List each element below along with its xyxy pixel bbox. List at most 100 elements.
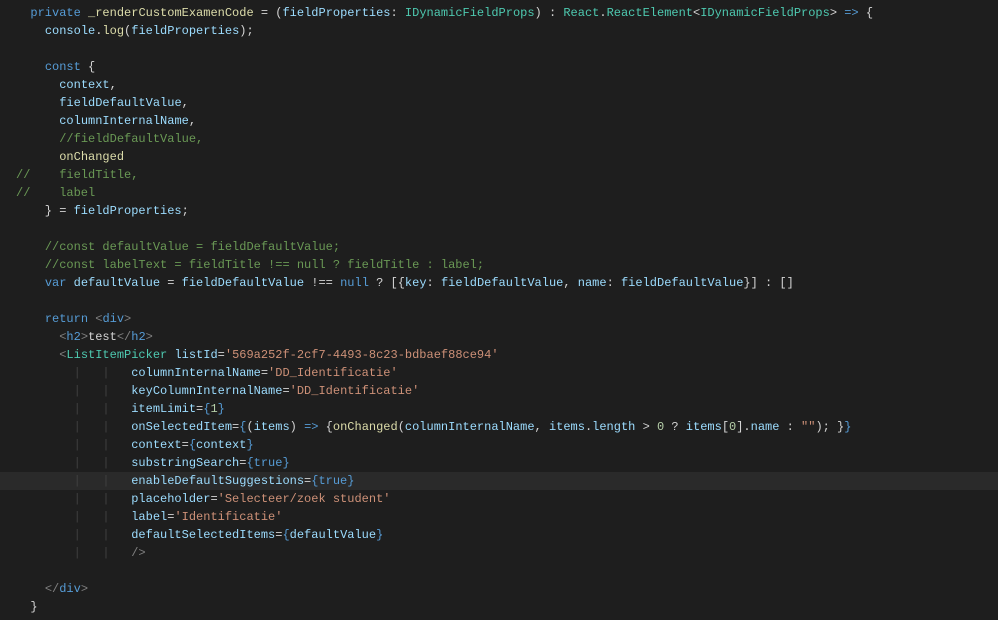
code-token: columnInternalName xyxy=(59,114,189,128)
code-token: => xyxy=(844,6,858,20)
code-token: , xyxy=(189,114,196,128)
code-token: columnInternalName xyxy=(131,366,261,380)
code-token: : xyxy=(779,420,801,434)
code-line[interactable]: // fieldTitle, xyxy=(0,166,998,184)
code-token: , xyxy=(563,276,577,290)
code-token: items xyxy=(686,420,722,434)
code-token xyxy=(81,6,88,20)
code-token: , xyxy=(110,78,117,92)
code-line[interactable] xyxy=(0,220,998,238)
code-token: onSelectedItem xyxy=(131,420,232,434)
code-token xyxy=(16,78,59,92)
code-token: test xyxy=(88,330,117,344)
code-token: /> xyxy=(131,546,145,560)
code-line[interactable]: // label xyxy=(0,184,998,202)
code-line[interactable] xyxy=(0,292,998,310)
code-token: log xyxy=(102,24,124,38)
code-token: = xyxy=(261,366,268,380)
code-token: _renderCustomExamenCode xyxy=(88,6,254,20)
code-line[interactable]: onChanged xyxy=(0,148,998,166)
code-token: var xyxy=(45,276,67,290)
code-line[interactable]: | | /> xyxy=(0,544,998,562)
code-line[interactable]: | | keyColumnInternalName='DD_Identifica… xyxy=(0,382,998,400)
code-line[interactable]: return <div> xyxy=(0,310,998,328)
code-line[interactable]: </div> xyxy=(0,580,998,598)
code-token: ? xyxy=(664,420,686,434)
code-token: div xyxy=(102,312,124,326)
code-token xyxy=(16,240,45,254)
code-token: substringSearch xyxy=(131,456,239,470)
code-token: > xyxy=(81,330,88,344)
code-line[interactable] xyxy=(0,562,998,580)
code-token xyxy=(16,60,45,74)
code-line[interactable]: //const labelText = fieldTitle !== null … xyxy=(0,256,998,274)
code-token xyxy=(16,384,74,398)
code-token: label xyxy=(131,510,167,524)
code-line[interactable]: console.log(fieldProperties); xyxy=(0,22,998,40)
code-token xyxy=(16,6,30,20)
code-token: true xyxy=(318,474,347,488)
code-token: = xyxy=(160,276,182,290)
code-line[interactable]: fieldDefaultValue, xyxy=(0,94,998,112)
code-token xyxy=(16,528,74,542)
code-line[interactable]: const { xyxy=(0,58,998,76)
code-token: { xyxy=(81,60,95,74)
code-line[interactable]: columnInternalName, xyxy=(0,112,998,130)
code-line[interactable]: | | defaultSelectedItems={defaultValue} xyxy=(0,526,998,544)
code-line[interactable]: | | context={context} xyxy=(0,436,998,454)
code-token xyxy=(16,492,74,506)
code-token: = xyxy=(210,492,217,506)
code-token: fieldProperties xyxy=(282,6,390,20)
code-token: console xyxy=(45,24,95,38)
code-line[interactable]: <h2>test</h2> xyxy=(0,328,998,346)
code-token xyxy=(16,96,59,110)
code-line[interactable]: | | onSelectedItem={(items) => {onChange… xyxy=(0,418,998,436)
code-token: } xyxy=(218,402,225,416)
code-token: { xyxy=(246,456,253,470)
code-token: | | xyxy=(74,492,132,506)
code-token: private xyxy=(30,6,80,20)
code-token: IDynamicFieldProps xyxy=(405,6,535,20)
code-token xyxy=(16,258,45,272)
code-token: onChanged xyxy=(59,150,124,164)
code-token: const xyxy=(45,60,81,74)
code-line[interactable]: | | columnInternalName='DD_Identificatie… xyxy=(0,364,998,382)
code-line[interactable]: | | placeholder='Selecteer/zoek student' xyxy=(0,490,998,508)
code-token: h2 xyxy=(66,330,80,344)
code-token: : xyxy=(427,276,441,290)
code-token: h2 xyxy=(131,330,145,344)
code-line[interactable]: | | label='Identificatie' xyxy=(0,508,998,526)
code-line[interactable]: //const defaultValue = fieldDefaultValue… xyxy=(0,238,998,256)
code-line[interactable]: } = fieldProperties; xyxy=(0,202,998,220)
code-token: , xyxy=(182,96,189,110)
code-editor[interactable]: private _renderCustomExamenCode = (field… xyxy=(0,0,998,620)
code-token: = xyxy=(218,348,225,362)
code-line[interactable]: var defaultValue = fieldDefaultValue !==… xyxy=(0,274,998,292)
code-token: ReactElement xyxy=(607,6,693,20)
code-line[interactable] xyxy=(0,40,998,58)
code-token: "" xyxy=(801,420,815,434)
code-token xyxy=(16,582,45,596)
code-token: columnInternalName xyxy=(405,420,535,434)
code-token: , xyxy=(535,420,549,434)
code-line[interactable]: | | itemLimit={1} xyxy=(0,400,998,418)
code-line[interactable]: private _renderCustomExamenCode = (field… xyxy=(0,4,998,22)
code-line[interactable]: } xyxy=(0,598,998,616)
code-token: length xyxy=(592,420,635,434)
code-token xyxy=(16,114,59,128)
code-token: //fieldDefaultValue, xyxy=(59,132,203,146)
code-line[interactable]: | | enableDefaultSuggestions={true} xyxy=(0,472,998,490)
code-line[interactable]: //fieldDefaultValue, xyxy=(0,130,998,148)
code-line[interactable]: | | substringSearch={true} xyxy=(0,454,998,472)
code-token: | | xyxy=(74,366,132,380)
code-token xyxy=(16,366,74,380)
code-line[interactable]: context, xyxy=(0,76,998,94)
code-token: | | xyxy=(74,474,132,488)
code-token: name xyxy=(578,276,607,290)
code-line[interactable]: <ListItemPicker listId='569a252f-2cf7-44… xyxy=(0,346,998,364)
code-token: defaultValue xyxy=(74,276,160,290)
code-token: | | xyxy=(74,456,132,470)
code-token: > xyxy=(124,312,131,326)
code-token: placeholder xyxy=(131,492,210,506)
code-token: div xyxy=(59,582,81,596)
